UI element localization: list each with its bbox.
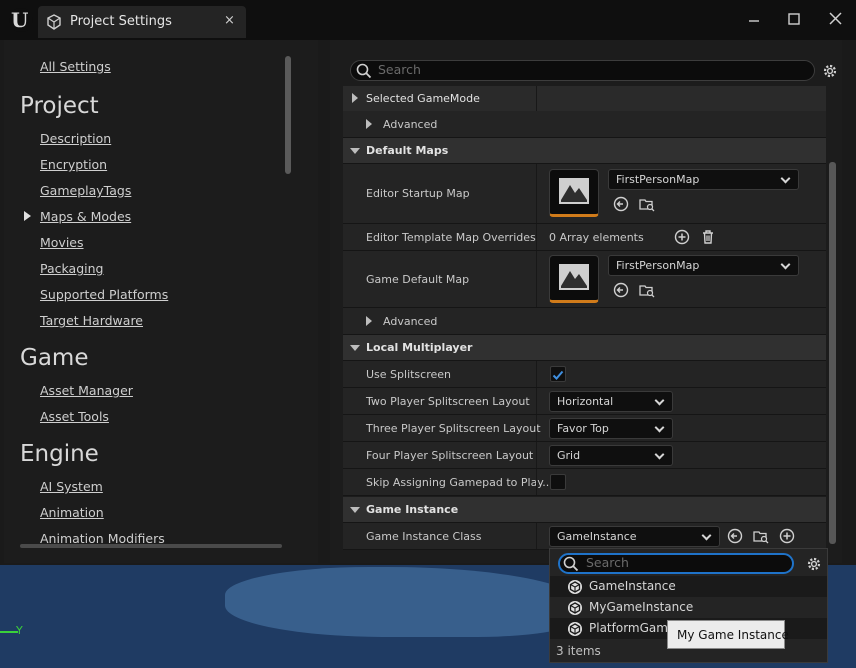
close-tab-icon[interactable]: × (224, 13, 235, 28)
project-settings-window: U Project Settings × All Settings Projec… (0, 0, 856, 565)
category-default-maps[interactable]: Default Maps (343, 138, 826, 164)
minimize-icon[interactable] (744, 10, 764, 30)
browse-arrow-icon[interactable] (613, 282, 629, 298)
expand-icon (366, 119, 372, 129)
category-selected-gamemode[interactable]: Selected GameMode (343, 86, 826, 112)
folder-search-icon[interactable] (639, 196, 655, 212)
array-element-count: 0 Array elements (549, 231, 644, 244)
nav-item-animation[interactable]: Animation (40, 505, 104, 520)
nav-item-packaging[interactable]: Packaging (40, 261, 103, 276)
class-option-mygameinstance[interactable]: MyGameInstance (550, 597, 827, 618)
chevron-down-icon (780, 259, 791, 270)
nav-all-settings[interactable]: All Settings (40, 59, 111, 74)
class-option-gameinstance[interactable]: GameInstance (550, 576, 827, 597)
chevron-down-icon (701, 530, 712, 541)
viewport-terrain (225, 567, 585, 637)
row-two-player-layout: Two Player Splitscreen Layout Horizontal (343, 388, 826, 415)
game-instance-class-combo[interactable]: GameInstance (549, 526, 720, 547)
row-skip-gamepad: Skip Assigning Gamepad to Play... (343, 469, 826, 496)
search-icon (356, 63, 372, 79)
chevron-down-icon (654, 395, 665, 406)
row-three-player-layout: Three Player Splitscreen Layout Favor To… (343, 415, 826, 442)
nav-heading-engine: Engine (20, 441, 99, 467)
nav-item-description[interactable]: Description (40, 131, 111, 146)
use-splitscreen-checkbox[interactable] (550, 366, 566, 382)
search-placeholder: Search (586, 555, 629, 570)
title-bar: U Project Settings × (0, 0, 856, 40)
settings-details-panel: Search Selected GameMode Advanced Defaul… (330, 40, 842, 563)
three-player-layout-combo[interactable]: Favor Top (549, 418, 673, 439)
expand-icon (352, 93, 358, 103)
search-placeholder: Search (378, 62, 421, 77)
browse-arrow-icon[interactable] (727, 528, 743, 544)
tab-project-settings[interactable]: Project Settings × (38, 6, 246, 38)
nav-item-maps-modes[interactable]: Maps & Modes (40, 209, 131, 224)
game-default-map-combo[interactable]: FirstPersonMap (608, 255, 799, 276)
checkmark-icon (552, 370, 564, 380)
tooltip: My Game Instance (667, 620, 789, 649)
chevron-down-icon (780, 173, 791, 184)
category-game-instance[interactable]: Game Instance (343, 497, 826, 523)
trash-icon[interactable] (700, 229, 716, 245)
svg-text:U: U (11, 8, 28, 32)
map-thumbnail[interactable] (549, 255, 599, 303)
nav-heading-game: Game (20, 345, 89, 371)
category-local-multiplayer[interactable]: Local Multiplayer (343, 335, 826, 361)
search-icon (563, 556, 579, 572)
four-player-layout-combo[interactable]: Grid (549, 445, 673, 466)
nav-item-asset-manager[interactable]: Asset Manager (40, 383, 133, 398)
row-editor-startup-map: Editor Startup Map FirstPersonMap (343, 164, 826, 224)
expand-icon (366, 316, 372, 326)
maximize-icon[interactable] (784, 10, 804, 30)
editor-startup-map-combo[interactable]: FirstPersonMap (608, 169, 799, 190)
unreal-logo-icon: U (8, 7, 34, 33)
nav-item-ai-system[interactable]: AI System (40, 479, 103, 494)
class-icon (568, 601, 582, 615)
row-editor-template-overrides: Editor Template Map Overrides 0 Array el… (343, 224, 826, 251)
nav-item-gameplaytags[interactable]: GameplayTags (40, 183, 131, 198)
gear-icon[interactable] (821, 62, 839, 80)
item-count: 3 items (556, 644, 601, 658)
add-class-icon[interactable] (779, 528, 795, 544)
row-advanced-1[interactable]: Advanced (343, 111, 826, 138)
row-use-splitscreen: Use Splitscreen (343, 361, 826, 388)
nav-item-supported-platforms[interactable]: Supported Platforms (40, 287, 168, 302)
folder-search-icon[interactable] (639, 282, 655, 298)
class-picker-search-input[interactable]: Search (558, 553, 794, 574)
folder-search-icon[interactable] (753, 528, 769, 544)
collapse-icon (350, 148, 360, 154)
browse-arrow-icon[interactable] (613, 196, 629, 212)
row-game-instance-class: Game Instance Class GameInstance (343, 523, 826, 550)
selected-arrow-icon (24, 211, 31, 221)
property-list: Selected GameMode Advanced Default Maps … (343, 86, 826, 550)
two-player-layout-combo[interactable]: Horizontal (549, 391, 673, 412)
collapse-icon (350, 507, 360, 513)
chevron-down-icon (654, 422, 665, 433)
nav-item-target-hardware[interactable]: Target Hardware (40, 313, 143, 328)
class-icon (568, 622, 582, 636)
collapse-icon (350, 345, 360, 351)
details-search-input[interactable]: Search (350, 60, 815, 81)
row-four-player-layout: Four Player Splitscreen Layout Grid (343, 442, 826, 469)
nav-item-encryption[interactable]: Encryption (40, 157, 107, 172)
nav-heading-project: Project (20, 93, 99, 119)
row-game-default-map: Game Default Map FirstPersonMap (343, 251, 826, 308)
details-scrollbar[interactable] (829, 162, 836, 544)
nav-horizontal-scrollbar[interactable] (20, 544, 282, 548)
tab-label: Project Settings (70, 14, 172, 29)
nav-item-asset-tools[interactable]: Asset Tools (40, 409, 109, 424)
row-advanced-2[interactable]: Advanced (343, 308, 826, 335)
nav-scrollbar[interactable] (285, 56, 291, 174)
axis-label-y: Y (16, 624, 23, 637)
settings-cube-icon (47, 14, 61, 30)
close-window-icon[interactable] (826, 10, 846, 30)
class-icon (568, 580, 582, 594)
skip-gamepad-checkbox[interactable] (550, 474, 566, 490)
gear-icon[interactable] (805, 555, 823, 573)
nav-item-movies[interactable]: Movies (40, 235, 84, 250)
add-element-icon[interactable] (674, 229, 690, 245)
map-thumbnail[interactable] (549, 169, 599, 217)
chevron-down-icon (654, 449, 665, 460)
settings-nav-panel: All Settings Project Description Encrypt… (4, 40, 318, 563)
